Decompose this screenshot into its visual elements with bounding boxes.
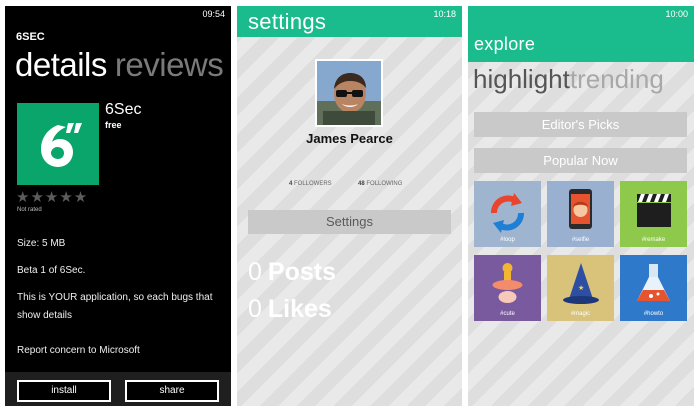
explore-screen: 10:00 explore highlighttrending Editor's… bbox=[468, 6, 694, 406]
pivot-header: details reviews bbox=[15, 46, 224, 84]
category-tile-cute[interactable]: #cute bbox=[474, 255, 541, 321]
editors-picks-button[interactable]: Editor's Picks bbox=[474, 112, 687, 137]
pivot-reviews[interactable]: reviews bbox=[115, 46, 224, 83]
status-bar bbox=[468, 6, 694, 29]
rating-label: Not rated bbox=[17, 207, 42, 213]
category-tile-magic[interactable]: ★ #magic bbox=[547, 255, 614, 321]
user-name: James Pearce bbox=[306, 131, 393, 146]
status-clock: 10:00 bbox=[665, 9, 688, 19]
settings-button[interactable]: Settings bbox=[248, 210, 451, 234]
likes-count: 0 bbox=[248, 295, 262, 323]
app-description: This is YOUR application, so each bugs t… bbox=[17, 292, 213, 321]
following-count: 48 bbox=[358, 181, 365, 187]
category-tile-howto[interactable]: #howto bbox=[620, 255, 687, 321]
pivot-header: highlighttrending bbox=[473, 64, 664, 95]
profile-screen: settings 10:18 James Pearce 4 FOLLOWERS … bbox=[237, 6, 462, 406]
likes-stat[interactable]: 0 Likes bbox=[248, 295, 332, 324]
following-stat[interactable]: 48 FOLLOWING bbox=[358, 181, 402, 187]
posts-label: Posts bbox=[267, 258, 336, 286]
pivot-details[interactable]: details bbox=[15, 46, 107, 83]
rating-stars: ★★★★★ bbox=[16, 189, 89, 206]
category-label: #remake bbox=[641, 237, 666, 243]
app-tile-icon bbox=[17, 103, 99, 185]
status-clock: 10:18 bbox=[433, 9, 456, 19]
followers-stat[interactable]: 4 FOLLOWERS bbox=[289, 181, 332, 187]
app-price: free bbox=[105, 120, 122, 130]
app-version: Beta 1 of 6Sec. bbox=[17, 265, 86, 276]
report-concern-link[interactable]: Report concern to Microsoft bbox=[17, 345, 140, 356]
app-caption: 6SEC bbox=[16, 31, 45, 43]
app-details-screen: 09:54 6SEC details reviews 6Sec free ★★★★… bbox=[5, 6, 231, 406]
page-title: settings bbox=[248, 9, 327, 34]
page-title: explore bbox=[474, 34, 536, 54]
category-tile-loop[interactable]: #loop bbox=[474, 181, 541, 247]
category-label: #magic bbox=[570, 311, 591, 317]
followers-count: 4 bbox=[289, 181, 293, 187]
status-clock: 09:54 bbox=[202, 9, 225, 19]
svg-text:★: ★ bbox=[578, 284, 584, 292]
app-size: Size: 5 MB bbox=[17, 238, 66, 249]
followers-label: FOLLOWERS bbox=[294, 181, 332, 187]
category-label: #selfie bbox=[571, 237, 590, 243]
app-bar: install share bbox=[5, 372, 231, 406]
avatar[interactable] bbox=[315, 59, 383, 127]
popular-now-button[interactable]: Popular Now bbox=[474, 148, 687, 173]
following-label: FOLLOWING bbox=[366, 181, 403, 187]
pivot-highlight[interactable]: highlight bbox=[473, 64, 570, 94]
header-bar: settings 10:18 bbox=[237, 6, 462, 37]
header-bar: explore bbox=[468, 29, 694, 62]
likes-label: Likes bbox=[267, 295, 332, 323]
category-tile-remake[interactable]: #remake bbox=[620, 181, 687, 247]
category-label: #loop bbox=[500, 237, 515, 243]
posts-stat[interactable]: 0 Posts bbox=[248, 258, 336, 287]
category-label: #howto bbox=[643, 311, 664, 317]
install-button[interactable]: install bbox=[17, 380, 111, 402]
category-label: #cute bbox=[500, 311, 515, 317]
category-tile-selfie[interactable]: #selfie bbox=[547, 181, 614, 247]
pivot-trending[interactable]: trending bbox=[570, 64, 664, 94]
posts-count: 0 bbox=[248, 258, 262, 286]
app-name: 6Sec bbox=[105, 101, 142, 118]
share-button[interactable]: share bbox=[125, 380, 219, 402]
